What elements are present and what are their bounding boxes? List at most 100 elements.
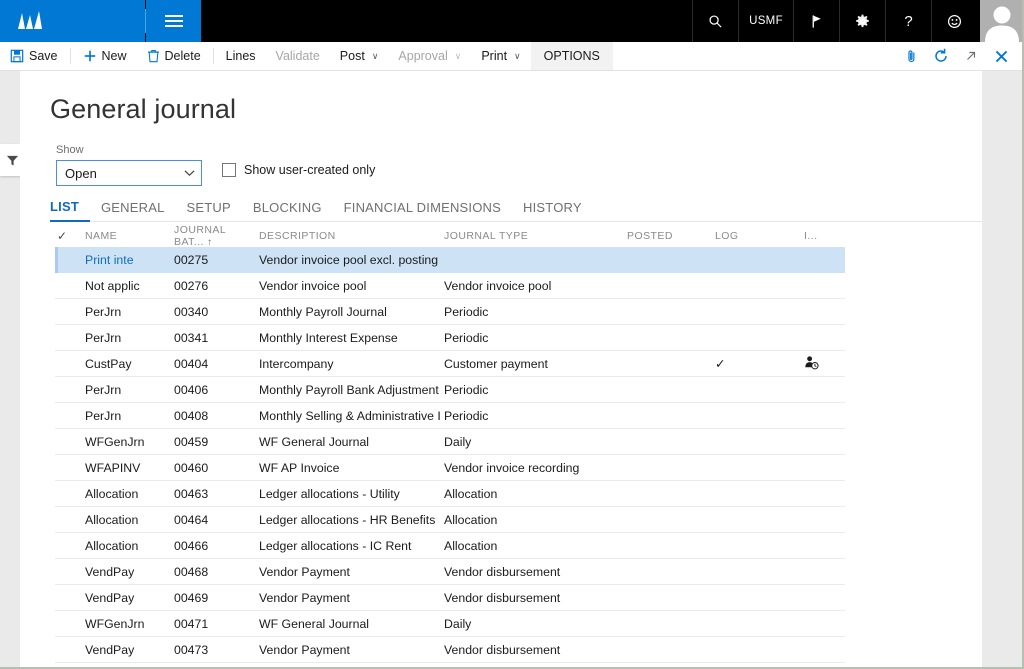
settings-button[interactable] [839, 0, 885, 42]
column-header-name[interactable]: NAME [85, 230, 174, 242]
tab-financial-dimensions[interactable]: FINANCIAL DIMENSIONS [333, 200, 512, 221]
chevron-down-icon: ∨ [371, 50, 379, 61]
table-row[interactable]: VendPay 00473 Vendor Payment Vendor disburs… [55, 637, 845, 663]
cell-description: Vendor Payment [259, 564, 350, 579]
tab-strip: LIST GENERAL SETUP BLOCKING FINANCIAL DI… [50, 192, 982, 222]
cell-journal-type: Vendor disbursement [444, 564, 561, 579]
user-avatar[interactable] [977, 0, 1022, 42]
post-menu-button[interactable]: Post ∨ [330, 42, 389, 70]
cell-journal-batch: 00459 [174, 434, 209, 449]
chevron-down-icon-3: ∨ [514, 50, 521, 61]
user-created-filter[interactable]: Show user-created only [222, 163, 375, 177]
print-menu-button[interactable]: Print ∨ [471, 42, 530, 70]
cell-name: Allocation [85, 538, 139, 553]
cell-journal-type: Vendor invoice pool [444, 278, 552, 293]
table-row[interactable]: VendPay 00469 Vendor Payment Vendor disburs… [55, 585, 845, 611]
user-created-checkbox[interactable] [222, 163, 236, 177]
delete-button[interactable]: Delete [137, 42, 211, 70]
smiley-icon [947, 14, 962, 28]
cell-description: WF General Journal [259, 616, 370, 631]
cell-journal-batch: 00473 [174, 642, 209, 657]
table-row[interactable]: PerJrn 00341 Monthly Interest Expense Perio… [55, 325, 845, 351]
top-navigation-bar: USMF ? [0, 0, 1022, 42]
save-button[interactable]: Save [0, 42, 68, 70]
search-button[interactable] [692, 0, 738, 42]
column-header-journal-batch-label: JOURNAL BAT... [174, 224, 226, 248]
table-row[interactable]: Not applic 00276 Vendor invoice pool Vendor… [55, 273, 845, 299]
table-row[interactable]: WFGenJrn 00459 WF General Journal Daily [55, 429, 845, 455]
show-select[interactable]: Open [56, 160, 202, 186]
column-header-posted[interactable]: POSTED [627, 230, 715, 242]
cell-journal-batch: 00406 [174, 382, 209, 397]
table-row[interactable]: PerJrn 00406 Monthly Payroll Bank Adjustme… [55, 377, 845, 403]
options-tab-button[interactable]: OPTIONS [530, 42, 613, 70]
table-row[interactable]: Allocation 00463 Ledger allocations - Util… [55, 481, 845, 507]
tab-general-label: GENERAL [100, 200, 165, 215]
column-header-log[interactable]: LOG [715, 230, 804, 242]
search-icon [709, 14, 722, 28]
tab-general[interactable]: GENERAL [90, 200, 176, 221]
cell-description: Vendor invoice pool [259, 278, 367, 293]
cell-journal-type: Daily [444, 616, 472, 631]
cell-journal-type: Periodic [444, 382, 489, 397]
toolbar-divider-2 [212, 48, 214, 64]
filter-icon [6, 155, 18, 166]
table-row[interactable]: WFAPINV 00460 WF AP Invoice Vendor invoice … [55, 455, 845, 481]
row-selection-indicator [55, 247, 58, 273]
application-window: USMF ? Save New Delete Lines Validate Po… [0, 0, 1024, 669]
tab-financial-dimensions-label: FINANCIAL DIMENSIONS [343, 200, 502, 215]
cell-description: Monthly Selling & Administrative I [259, 408, 441, 423]
company-selector[interactable]: USMF [738, 0, 793, 42]
close-icon [995, 50, 1007, 62]
refresh-icon [935, 48, 947, 62]
show-select-value: Open [65, 165, 97, 181]
cell-journal-type: Periodic [444, 330, 489, 345]
column-header-journal-batch[interactable]: JOURNAL BAT... ↑ [174, 224, 259, 248]
close-button[interactable] [988, 43, 1014, 69]
table-row[interactable]: Allocation 00466 Ledger allocations - IC R… [55, 533, 845, 559]
table-row[interactable]: Allocation 00464 Ledger allocations - HR B… [55, 507, 845, 533]
approval-menu-button[interactable]: Approval ∨ [388, 42, 471, 70]
tab-blocking[interactable]: BLOCKING [242, 200, 333, 221]
column-header-extra[interactable]: I... [804, 230, 844, 242]
cell-name: WFGenJrn [85, 616, 145, 631]
cell-name: PerJrn [85, 304, 122, 319]
feedback-button[interactable] [931, 0, 977, 42]
flag-icon [812, 14, 821, 28]
page-title: General journal [50, 94, 237, 124]
validate-button[interactable]: Validate [266, 42, 330, 70]
tab-setup[interactable]: SETUP [176, 200, 242, 221]
refresh-button[interactable] [928, 43, 954, 69]
cell-description: WF AP Invoice [259, 460, 340, 475]
tab-list[interactable]: LIST [50, 199, 90, 222]
table-row[interactable]: CustPay 00404 Intercompany Customer payment… [55, 351, 845, 377]
cell-journal-batch: 00469 [174, 590, 209, 605]
toolbar-right-actions [898, 42, 1022, 70]
app-logo[interactable] [0, 0, 145, 42]
dynamics-logo-icon [18, 11, 42, 29]
page-body: General journal Show Open Show user-crea… [0, 71, 1022, 667]
table-row[interactable]: Print inte 00275 Vendor invoice pool excl.… [55, 247, 845, 273]
tab-blocking-label: BLOCKING [252, 200, 322, 215]
column-header-journal-type[interactable]: JOURNAL TYPE [444, 230, 627, 242]
chevron-down-icon-2: ∨ [454, 50, 462, 61]
new-button[interactable]: New [73, 42, 137, 70]
table-row[interactable]: PerJrn 00408 Monthly Selling & Administrat… [55, 403, 845, 429]
nav-menu-button[interactable] [146, 0, 201, 42]
flag-button[interactable] [793, 0, 839, 42]
select-all-checkmark[interactable]: ✓ [55, 229, 85, 243]
cell-journal-batch: 00341 [174, 330, 209, 345]
table-row[interactable]: VendPay 00468 Vendor Payment Vendor disburs… [55, 559, 845, 585]
cell-journal-batch: 00275 [174, 252, 209, 267]
table-row[interactable]: PerJrn 00340 Monthly Payroll Journal Period… [55, 299, 845, 325]
action-toolbar: Save New Delete Lines Validate Post ∨ Ap… [0, 42, 1022, 71]
attachment-button[interactable] [898, 43, 924, 69]
column-header-description[interactable]: DESCRIPTION [259, 230, 444, 242]
lines-button[interactable]: Lines [216, 42, 266, 70]
table-row[interactable]: WFGenJrn 00471 WF General Journal Daily [55, 611, 845, 637]
save-label: Save [29, 49, 58, 63]
help-button[interactable]: ? [885, 0, 931, 42]
open-in-new-window-icon [967, 51, 976, 60]
tab-history[interactable]: HISTORY [512, 200, 593, 221]
popout-button[interactable] [958, 43, 984, 69]
